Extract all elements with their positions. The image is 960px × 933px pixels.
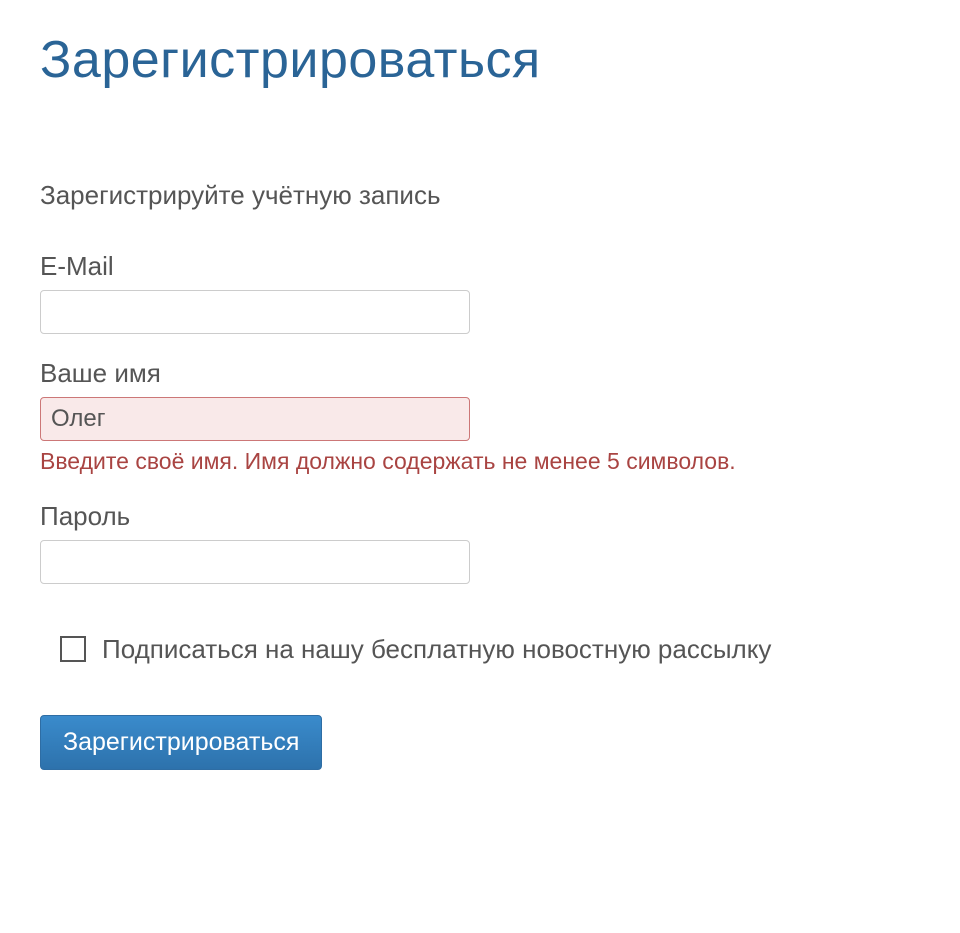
name-label: Ваше имя: [40, 358, 920, 389]
submit-button[interactable]: Зарегистрироваться: [40, 715, 322, 770]
password-form-group: Пароль: [40, 501, 920, 584]
password-field[interactable]: [40, 540, 470, 584]
name-form-group: Ваше имя Введите своё имя. Имя должно со…: [40, 358, 920, 477]
email-form-group: E-Mail: [40, 251, 920, 334]
page-subtitle: Зарегистрируйте учётную запись: [40, 180, 920, 211]
newsletter-checkbox[interactable]: [60, 636, 86, 662]
password-label: Пароль: [40, 501, 920, 532]
name-error-message: Введите своё имя. Имя должно содержать н…: [40, 447, 920, 477]
page-title: Зарегистрироваться: [40, 30, 920, 90]
email-field[interactable]: [40, 290, 470, 334]
newsletter-row: Подписаться на нашу бесплатную новостную…: [60, 634, 920, 665]
newsletter-label: Подписаться на нашу бесплатную новостную…: [102, 634, 771, 665]
email-label: E-Mail: [40, 251, 920, 282]
name-field[interactable]: [40, 397, 470, 441]
